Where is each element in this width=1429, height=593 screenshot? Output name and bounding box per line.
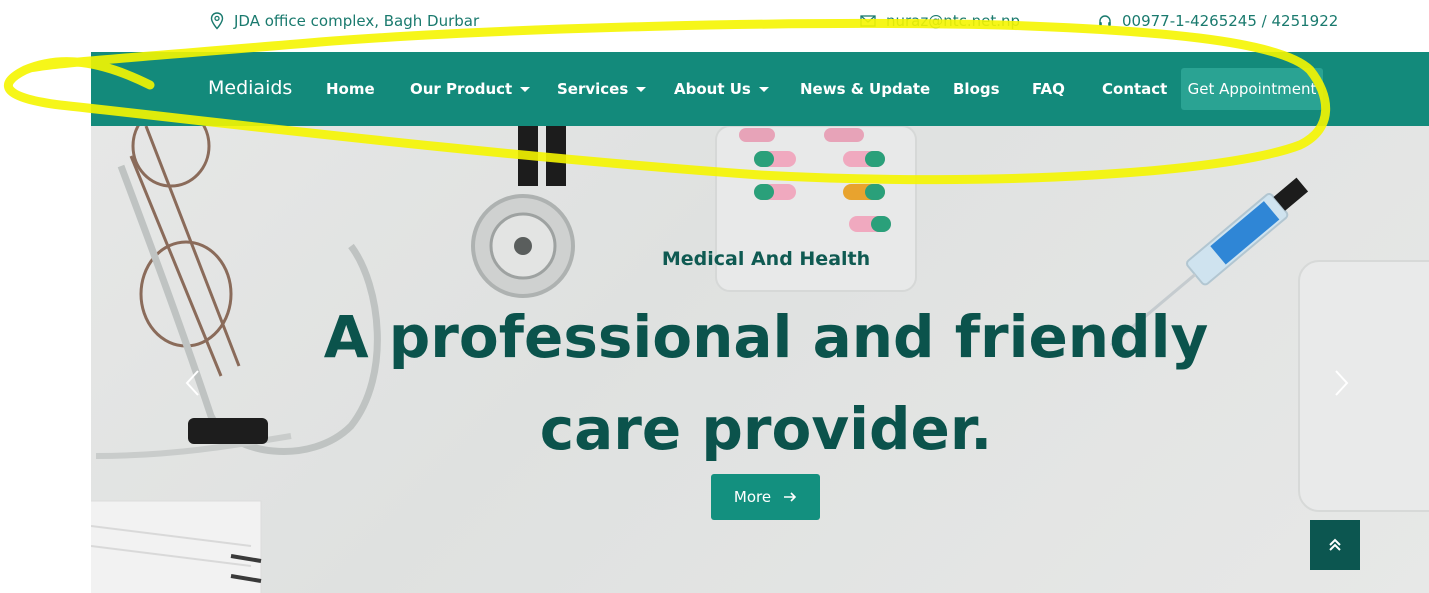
hero-subtitle: Medical And Health (661, 248, 871, 270)
phone-link[interactable]: 00977-1-4265245 / 4251922 (1122, 12, 1338, 30)
email-info[interactable]: nuraz@ntc.net.np (860, 10, 1020, 32)
nav-item-label: FAQ (1032, 80, 1065, 98)
nav-item-label: Services (557, 80, 629, 98)
nav-item-label: Home (326, 80, 375, 98)
nav-item-faq[interactable]: FAQ (1032, 80, 1065, 98)
carousel-next-icon[interactable] (1331, 368, 1351, 398)
caret-down-icon (520, 86, 531, 92)
top-info-bar: JDA office complex, Bagh Durbar nuraz@nt… (0, 0, 1429, 52)
nav-item-contact[interactable]: Contact (1102, 80, 1167, 98)
hero-slider: Medical And Health A professional and fr… (91, 126, 1429, 593)
caret-down-icon (636, 86, 647, 92)
phone-info[interactable]: 00977-1-4265245 / 4251922 (1098, 10, 1338, 32)
nav-item-news-update[interactable]: News & Update (800, 80, 930, 98)
caret-down-icon (758, 86, 769, 92)
scroll-to-top-button[interactable] (1310, 520, 1360, 570)
brand-logo[interactable]: Mediaids (208, 77, 292, 99)
envelope-icon (860, 15, 876, 27)
nav-item-label: News & Update (800, 80, 931, 98)
nav-item-blogs[interactable]: Blogs (953, 80, 1000, 98)
nav-item-our-product[interactable]: Our Product (410, 80, 531, 98)
address-info: JDA office complex, Bagh Durbar (210, 10, 479, 32)
nav-item-label: About Us (674, 80, 751, 98)
get-appointment-button[interactable]: Get Appointment (1181, 68, 1323, 110)
nav-item-label: Contact (1102, 80, 1168, 98)
more-button-label: More (733, 488, 772, 506)
arrow-right-icon (784, 492, 797, 502)
main-navbar: Mediaids Home Our Product Services About… (91, 52, 1429, 126)
nav-item-services[interactable]: Services (557, 80, 647, 98)
double-chevron-up-icon (1329, 538, 1341, 551)
carousel-prev-icon[interactable] (183, 368, 203, 398)
nav-item-label: Blogs (953, 80, 1000, 98)
nav-item-label: Our Product (410, 80, 513, 98)
nav-item-about-us[interactable]: About Us (674, 80, 769, 98)
address-text: JDA office complex, Bagh Durbar (234, 12, 480, 30)
more-button[interactable]: More (711, 474, 820, 520)
map-pin-icon (210, 12, 224, 30)
email-link[interactable]: nuraz@ntc.net.np (886, 12, 1020, 30)
nav-item-home[interactable]: Home (326, 80, 375, 98)
headset-icon (1099, 15, 1111, 26)
hero-headline: A professional and friendly care provide… (323, 303, 1209, 463)
